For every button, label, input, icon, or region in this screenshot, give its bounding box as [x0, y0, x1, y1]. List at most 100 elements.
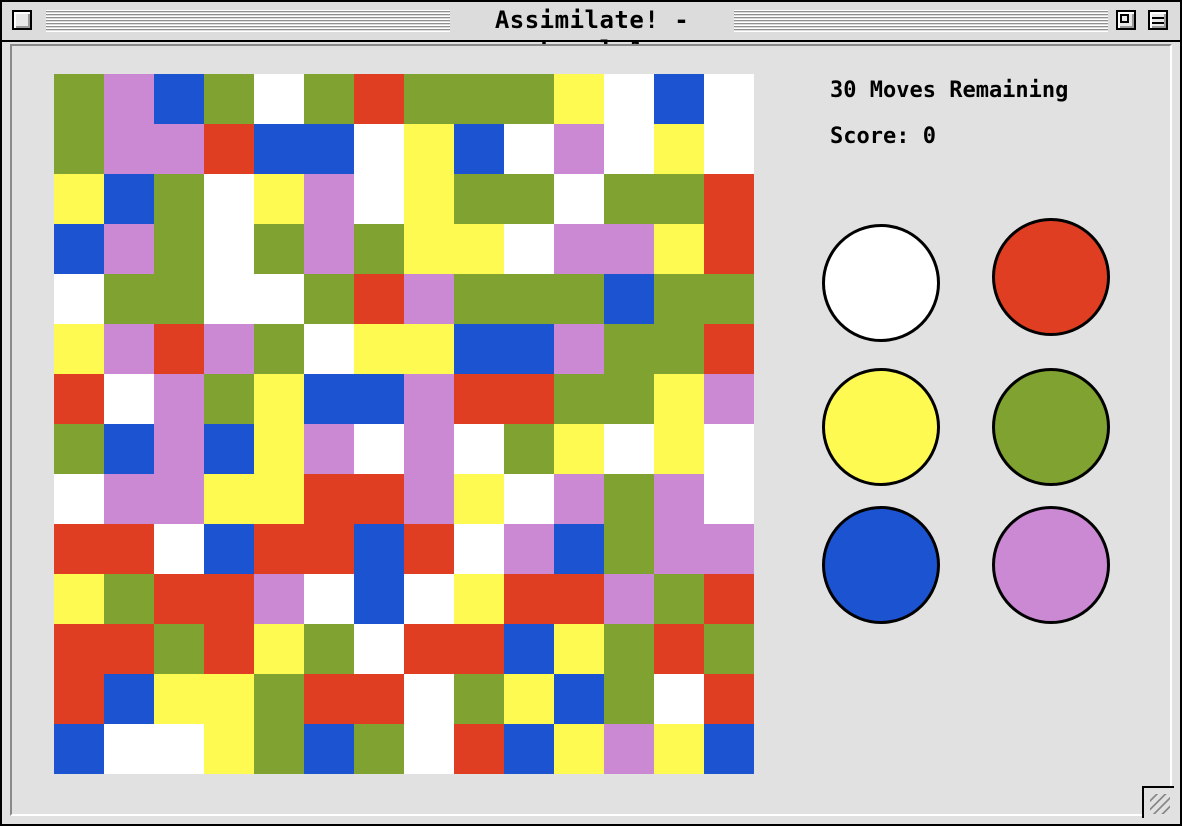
color-button-green[interactable] [992, 368, 1110, 486]
board-cell [154, 274, 204, 324]
color-button-white[interactable] [822, 224, 940, 342]
board-cell [154, 524, 204, 574]
board-cell [304, 224, 354, 274]
board-cell [54, 674, 104, 724]
board-cell [654, 324, 704, 374]
board-cell [404, 524, 454, 574]
board-cell [454, 474, 504, 524]
board-cell [104, 74, 154, 124]
title-bar[interactable]: Assimilate! - Level 1 [2, 2, 1180, 64]
board-cell [554, 374, 604, 424]
board-cell [404, 324, 454, 374]
board-cell [204, 624, 254, 674]
board-cell [104, 524, 154, 574]
board-cell [704, 674, 754, 724]
board-cell [254, 574, 304, 624]
color-button-red[interactable] [992, 218, 1110, 336]
board-cell [104, 174, 154, 224]
board-cell [554, 724, 604, 774]
resize-grow-box[interactable] [1142, 786, 1174, 818]
board-cell [454, 724, 504, 774]
board-cell [54, 574, 104, 624]
board-cell [554, 324, 604, 374]
color-button-yellow[interactable] [822, 368, 940, 486]
board-cell [254, 174, 304, 224]
board-cell [604, 124, 654, 174]
board-cell [304, 474, 354, 524]
board-cell [704, 624, 754, 674]
board-cell [654, 174, 704, 224]
board-cell [254, 474, 304, 524]
board-cell [54, 374, 104, 424]
board-cell [454, 224, 504, 274]
board-cell [154, 374, 204, 424]
zoom-box[interactable] [1116, 10, 1136, 30]
board-cell [54, 74, 104, 124]
board-cell [304, 524, 354, 574]
score: Score: 0 [830, 124, 936, 149]
board-cell [254, 524, 304, 574]
board-cell [654, 224, 704, 274]
board-cell [604, 474, 654, 524]
board-cell [604, 74, 654, 124]
board-cell [204, 224, 254, 274]
board-cell [404, 574, 454, 624]
board-cell [154, 424, 204, 474]
board-cell [254, 424, 304, 474]
board-cell [604, 274, 654, 324]
board-cell [354, 74, 404, 124]
board-cell [204, 524, 254, 574]
color-button-purple[interactable] [992, 506, 1110, 624]
board-cell [404, 174, 454, 224]
board-cell [704, 174, 754, 224]
board-cell [604, 724, 654, 774]
board-cell [54, 274, 104, 324]
board-cell [304, 674, 354, 724]
color-button-blue[interactable] [822, 506, 940, 624]
board-cell [554, 174, 604, 224]
board-cell [354, 124, 404, 174]
board-cell [604, 424, 654, 474]
board-cell [554, 224, 604, 274]
board-cell [104, 424, 154, 474]
board-cell [404, 274, 454, 324]
board-cell [204, 424, 254, 474]
board-cell [454, 424, 504, 474]
board-cell [704, 374, 754, 424]
board-cell [654, 74, 704, 124]
board-cell [354, 574, 404, 624]
board-cell [154, 674, 204, 724]
board-cell [604, 574, 654, 624]
board-cell [504, 674, 554, 724]
board-cell [604, 174, 654, 224]
board-cell [354, 474, 404, 524]
board-cell [254, 74, 304, 124]
board-cell [204, 74, 254, 124]
board-cell [54, 124, 104, 174]
close-box[interactable] [12, 10, 32, 30]
board-cell [54, 524, 104, 574]
board-cell [54, 174, 104, 224]
board-cell [454, 624, 504, 674]
board-cell [704, 724, 754, 774]
board-cell [54, 224, 104, 274]
board-cell [504, 374, 554, 424]
board-cell [354, 374, 404, 424]
board-cell [504, 724, 554, 774]
board-cell [704, 124, 754, 174]
board-cell [454, 274, 504, 324]
board-cell [154, 324, 204, 374]
board-cell [254, 374, 304, 424]
board-cell [104, 624, 154, 674]
board-cell [654, 474, 704, 524]
board-cell [254, 724, 304, 774]
board-cell [104, 374, 154, 424]
collapse-box[interactable] [1148, 10, 1168, 30]
board-cell [554, 424, 604, 474]
board-cell [704, 424, 754, 474]
board-cell [654, 624, 704, 674]
board-cell [654, 424, 704, 474]
board-cell [454, 674, 504, 724]
board-cell [704, 274, 754, 324]
board-cell [54, 724, 104, 774]
